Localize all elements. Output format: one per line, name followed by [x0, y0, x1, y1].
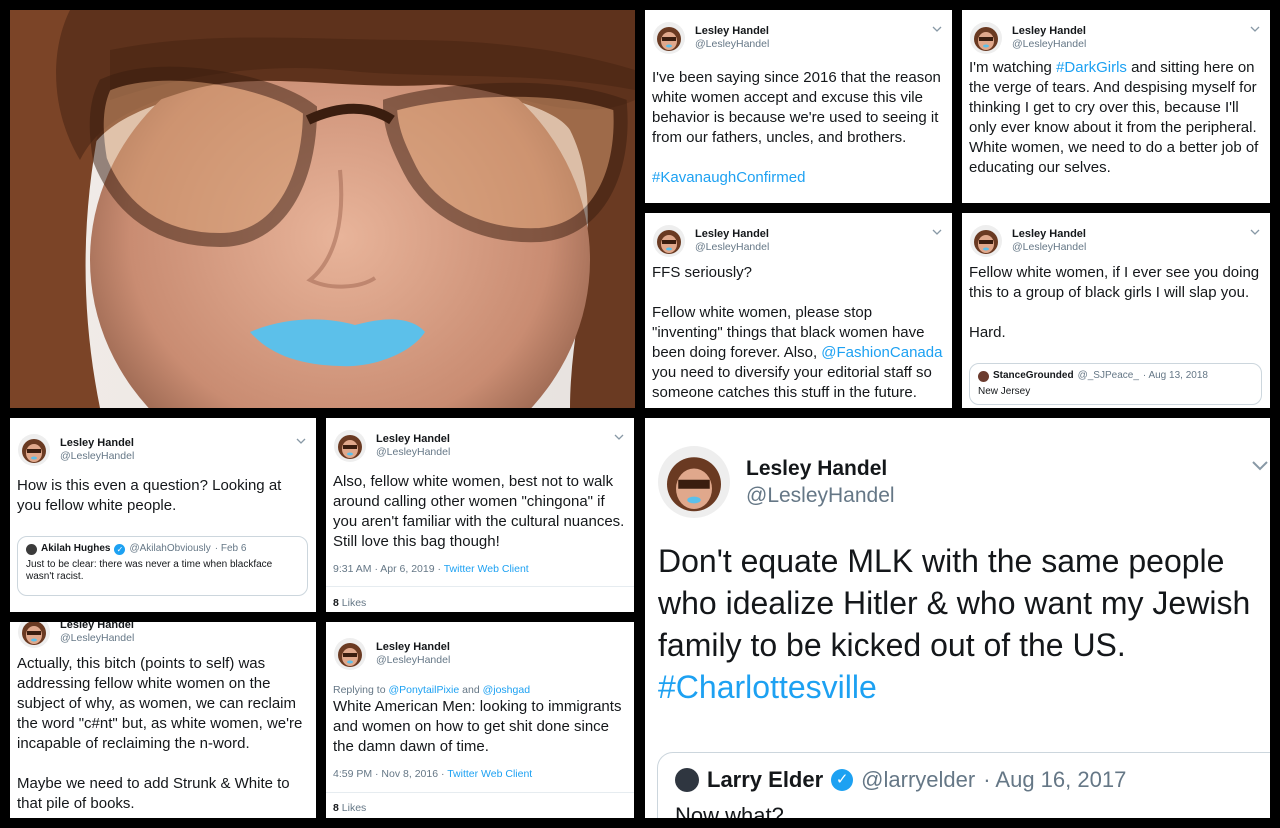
quoted-avatar — [675, 768, 699, 792]
quoted-tweet[interactable]: StanceGrounded @_SJPeace_ · Aug 13, 2018 N… — [969, 363, 1262, 405]
quoted-handle: @larryelder — [861, 767, 976, 792]
user-handle[interactable]: @LesleyHandel — [376, 446, 450, 459]
quoted-avatar — [978, 370, 989, 382]
tweet-card-kavanaugh[interactable]: Lesley Handel @LesleyHandel I've been say… — [645, 10, 952, 203]
tweet-header: Lesley Handel @LesleyHandel — [970, 223, 1086, 259]
display-name[interactable]: Lesley Handel — [1012, 25, 1086, 38]
tweet-text: Also, fellow white women, best not to wa… — [333, 473, 629, 550]
tweet-text: How is this even a question? Looking at … — [17, 477, 286, 514]
avatar[interactable] — [653, 22, 685, 54]
user-handle[interactable]: @LesleyHandel — [1012, 38, 1086, 51]
client-link[interactable]: Twitter Web Client — [444, 563, 529, 575]
chevron-down-icon[interactable] — [614, 432, 624, 442]
tweet-header: Lesley Handel @LesleyHandel — [653, 223, 769, 259]
tweet-text: Don't equate MLK with the same people wh… — [658, 543, 1251, 705]
likes-count[interactable]: 8 Likes — [333, 802, 366, 814]
tweet-text: I'm watching #DarkGirls and sitting here… — [969, 59, 1263, 176]
tweet-card-darkgirls[interactable]: Lesley Handel @LesleyHandel I'm watching … — [962, 10, 1270, 203]
quoted-name: Akilah Hughes — [41, 543, 111, 554]
reply-context: Replying to @PonytailPixie and @joshgad — [333, 684, 531, 696]
chevron-down-icon[interactable] — [296, 436, 306, 446]
user-handle[interactable]: @LesleyHandel — [746, 482, 895, 510]
tweet-text: FFS seriously? Fellow white women, pleas… — [652, 264, 947, 401]
tweet-card-fashioncanada[interactable]: Lesley Handel @LesleyHandel FFS seriously… — [645, 213, 952, 408]
avatar[interactable] — [970, 22, 1002, 54]
chevron-down-icon[interactable] — [932, 227, 942, 237]
quoted-text: New Jersey — [978, 386, 1031, 397]
avatar[interactable] — [658, 446, 730, 518]
avatar[interactable] — [18, 434, 50, 466]
display-name[interactable]: Lesley Handel — [376, 641, 450, 654]
display-name[interactable]: Lesley Handel — [60, 437, 134, 450]
tweet-card-chingona[interactable]: Lesley Handel @LesleyHandel Also, fellow … — [326, 418, 634, 612]
tweet-card-blackface[interactable]: Lesley Handel @LesleyHandel How is this e… — [10, 418, 316, 612]
user-handle[interactable]: @LesleyHandel — [60, 450, 134, 463]
user-handle[interactable]: @LesleyHandel — [60, 632, 134, 645]
quoted-tweet[interactable]: Akilah Hughes ✓ @AkilahObviously · Feb 6 Ju… — [17, 536, 308, 596]
quoted-text: Now what? — [675, 803, 784, 818]
user-handle[interactable]: @LesleyHandel — [1012, 241, 1086, 254]
avatar[interactable] — [18, 622, 50, 648]
profile-photo — [10, 10, 635, 408]
tweet-timestamp: 4:59 PM · Nov 8, 2016 · Twitter Web Clie… — [333, 768, 533, 780]
avatar[interactable] — [334, 430, 366, 462]
quoted-handle: @AkilahObviously — [129, 543, 211, 554]
quoted-date: · Aug 13, 2018 — [1142, 370, 1208, 381]
tweet-card-reclaim[interactable]: Lesley Handel @LesleyHandel Actually, thi… — [10, 622, 316, 818]
hashtag-link[interactable]: #Charlottesville — [658, 669, 877, 705]
quoted-name: Larry Elder — [707, 767, 824, 792]
quoted-name: StanceGrounded — [993, 370, 1074, 381]
tweet-header: Lesley Handel @LesleyHandel — [653, 20, 769, 56]
tweet-card-slap[interactable]: Lesley Handel @LesleyHandel Fellow white … — [962, 213, 1270, 408]
display-name[interactable]: Lesley Handel — [695, 25, 769, 38]
avatar[interactable] — [970, 225, 1002, 257]
tweet-header: Lesley Handel @LesleyHandel — [746, 456, 895, 510]
chevron-down-icon[interactable] — [932, 24, 942, 34]
tweet-timestamp: 9:31 AM · Apr 6, 2019 · Twitter Web Clie… — [333, 563, 529, 575]
avatar[interactable] — [334, 638, 366, 670]
mention-link[interactable]: @FashionCanada — [821, 344, 942, 361]
tweet-header: Lesley Handel @LesleyHandel — [334, 428, 450, 464]
tweet-header: Lesley Handel @LesleyHandel — [18, 432, 134, 468]
mention-link[interactable]: @PonytailPixie — [388, 684, 459, 696]
woman-portrait-image — [10, 10, 635, 408]
tweet-header: Lesley Handel @LesleyHandel — [18, 622, 134, 650]
display-name[interactable]: Lesley Handel — [1012, 228, 1086, 241]
quoted-avatar — [26, 543, 37, 555]
display-name[interactable]: Lesley Handel — [695, 228, 769, 241]
display-name[interactable]: Lesley Handel — [60, 622, 134, 632]
display-name[interactable]: Lesley Handel — [376, 433, 450, 446]
tweet-text: I've been saying since 2016 that the rea… — [652, 69, 946, 186]
tweet-card-charlottesville[interactable]: Lesley Handel @LesleyHandel Don't equate… — [645, 418, 1270, 818]
verified-badge-icon: ✓ — [831, 769, 854, 791]
user-handle[interactable]: @LesleyHandel — [695, 38, 769, 51]
chevron-down-icon[interactable] — [1250, 227, 1260, 237]
avatar[interactable] — [653, 225, 685, 257]
chevron-down-icon[interactable] — [1250, 458, 1270, 474]
tweet-header: Lesley Handel @LesleyHandel — [970, 20, 1086, 56]
tweet-card-immigrants[interactable]: Lesley Handel @LesleyHandel Replying to @… — [326, 622, 634, 818]
chevron-down-icon[interactable] — [1250, 24, 1260, 34]
tweet-text: White American Men: looking to immigrant… — [333, 698, 626, 755]
user-handle[interactable]: @LesleyHandel — [695, 241, 769, 254]
display-name[interactable]: Lesley Handel — [746, 456, 895, 482]
quoted-text: Just to be clear: there was never a time… — [26, 559, 273, 582]
quoted-tweet[interactable]: Larry Elder ✓ @larryelder · Aug 16, 2017… — [657, 752, 1270, 818]
quoted-handle: @_SJPeace_ — [1077, 370, 1139, 381]
quoted-date: · Feb 6 — [214, 543, 247, 554]
tweet-text: Fellow white women, if I ever see you do… — [969, 264, 1264, 341]
hashtag-link[interactable]: #KavanaughConfirmed — [652, 169, 805, 186]
likes-count[interactable]: 8 Likes — [333, 597, 366, 609]
hashtag-link[interactable]: #DarkGirls — [1056, 59, 1127, 76]
tweet-text: Actually, this bitch (points to self) wa… — [17, 655, 307, 812]
client-link[interactable]: Twitter Web Client — [447, 768, 532, 780]
quoted-date: · Aug 16, 2017 — [983, 767, 1127, 792]
tweet-header: Lesley Handel @LesleyHandel — [334, 636, 450, 672]
user-handle[interactable]: @LesleyHandel — [376, 654, 450, 667]
verified-badge-icon: ✓ — [114, 543, 126, 555]
mention-link[interactable]: @joshgad — [483, 684, 530, 696]
